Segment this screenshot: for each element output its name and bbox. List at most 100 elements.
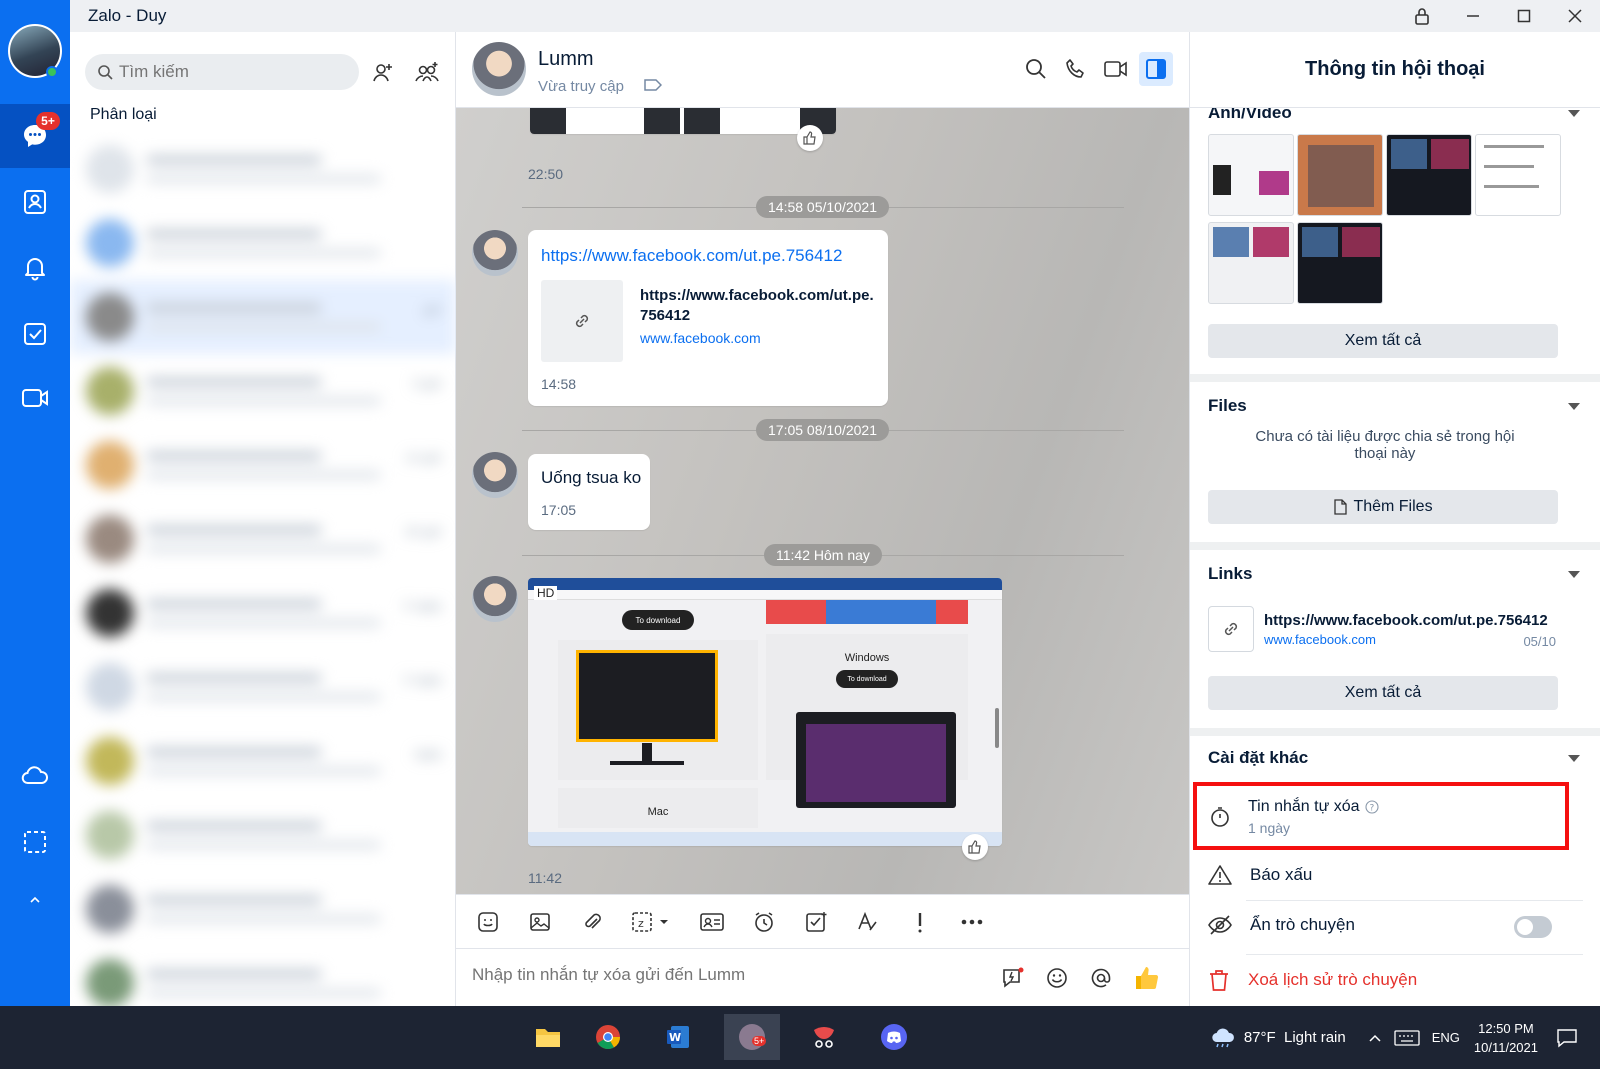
chevron-up-icon[interactable] bbox=[1368, 1033, 1382, 1043]
text-format-button[interactable] bbox=[852, 906, 884, 938]
weather-text[interactable]: 87°F Light rain bbox=[1244, 1029, 1346, 1046]
mention-button[interactable] bbox=[1086, 963, 1116, 993]
message-link[interactable]: https://www.facebook.com/ut.pe.756412 bbox=[541, 246, 842, 266]
other-settings-title[interactable]: Cài đặt khác bbox=[1208, 748, 1308, 768]
image-button[interactable] bbox=[524, 906, 556, 938]
media-thumbnail[interactable] bbox=[1297, 134, 1383, 216]
image-message[interactable]: HD To download Windows To download Mac bbox=[528, 578, 1002, 846]
keyboard-icon[interactable] bbox=[1394, 1029, 1420, 1047]
contacts-icon bbox=[24, 190, 46, 214]
hide-chat-option[interactable]: Ẩn trò chuyện bbox=[1208, 914, 1355, 936]
nav-todo[interactable] bbox=[0, 302, 70, 366]
close-button[interactable] bbox=[1549, 0, 1600, 32]
maximize-button[interactable] bbox=[1498, 0, 1549, 32]
more-options-button[interactable] bbox=[956, 906, 988, 938]
chevron-down-icon[interactable] bbox=[1568, 571, 1580, 579]
lock-button[interactable] bbox=[1396, 0, 1447, 32]
image-message[interactable] bbox=[530, 108, 836, 134]
list-item[interactable]: 3 giờ bbox=[70, 354, 456, 428]
contact-name[interactable]: Lumm bbox=[538, 48, 594, 71]
emoji-button[interactable] bbox=[1042, 963, 1072, 993]
taskbar-file-explorer[interactable] bbox=[520, 1014, 576, 1060]
mark-important-button[interactable] bbox=[904, 906, 936, 938]
message-input[interactable] bbox=[472, 965, 972, 985]
contact-avatar[interactable] bbox=[472, 42, 526, 96]
assign-task-button[interactable] bbox=[800, 906, 832, 938]
shared-link-domain[interactable]: www.facebook.com bbox=[1264, 632, 1376, 647]
minimize-button[interactable] bbox=[1447, 0, 1498, 32]
hide-chat-toggle[interactable] bbox=[1514, 916, 1552, 938]
link-icon bbox=[575, 314, 589, 328]
nav-messages[interactable] bbox=[0, 104, 70, 168]
media-thumbnail[interactable] bbox=[1208, 222, 1294, 304]
sender-avatar[interactable] bbox=[472, 230, 518, 276]
voice-call-button[interactable] bbox=[1059, 52, 1093, 86]
tag-button[interactable] bbox=[644, 78, 663, 97]
language-indicator[interactable]: ENG bbox=[1432, 1030, 1460, 1045]
shared-link-url[interactable]: https://www.facebook.com/ut.pe.756412 bbox=[1264, 612, 1548, 629]
search-box[interactable] bbox=[85, 54, 359, 90]
list-item[interactable] bbox=[70, 132, 456, 206]
reminder-button[interactable] bbox=[748, 906, 780, 938]
nav-expand[interactable] bbox=[0, 868, 70, 932]
media-thumbnail[interactable] bbox=[1297, 222, 1383, 304]
link-thumbnail[interactable] bbox=[1208, 606, 1254, 652]
like-button[interactable] bbox=[962, 834, 988, 860]
link-preview-title[interactable]: https://www.facebook.com/ut.pe.756412 bbox=[640, 286, 876, 326]
contact-card-button[interactable] bbox=[696, 906, 728, 938]
add-files-button[interactable]: Thêm Files bbox=[1208, 490, 1558, 524]
chat-scrollbar[interactable] bbox=[995, 708, 999, 748]
list-item[interactable]: 14 giờ bbox=[70, 428, 456, 502]
files-section-title[interactable]: Files bbox=[1208, 396, 1247, 416]
nav-notifications[interactable] bbox=[0, 236, 70, 300]
nav-contacts[interactable] bbox=[0, 170, 70, 234]
list-item[interactable]: 2 ngày bbox=[70, 576, 456, 650]
list-item[interactable]: 2 ngày bbox=[70, 650, 456, 724]
notification-icon[interactable] bbox=[1556, 1028, 1578, 1048]
nav-video-call[interactable] bbox=[0, 366, 70, 430]
taskbar-chrome[interactable] bbox=[580, 1014, 636, 1060]
list-item[interactable]: 20 giờ bbox=[70, 502, 456, 576]
video-call-button[interactable] bbox=[1099, 52, 1133, 86]
link-preview-domain[interactable]: www.facebook.com bbox=[640, 330, 761, 346]
media-thumbnail[interactable] bbox=[1386, 134, 1472, 216]
like-button[interactable] bbox=[797, 125, 823, 151]
sender-avatar[interactable] bbox=[472, 576, 518, 622]
category-filter[interactable]: Phân loại bbox=[90, 106, 157, 124]
list-item[interactable]: giờ bbox=[70, 280, 456, 354]
sticker-button[interactable] bbox=[472, 906, 504, 938]
taskbar-snipping-tool[interactable] bbox=[796, 1014, 852, 1060]
list-item[interactable]: ngày bbox=[70, 724, 456, 798]
taskbar-zalo[interactable]: 5+ bbox=[724, 1014, 780, 1060]
search-messages-button[interactable] bbox=[1019, 52, 1053, 86]
taskbar-word[interactable]: W bbox=[650, 1014, 706, 1060]
nav-screenshot[interactable] bbox=[0, 810, 70, 874]
link-preview-thumb[interactable] bbox=[541, 280, 623, 362]
send-like-button[interactable] bbox=[1132, 963, 1162, 993]
media-thumbnail[interactable] bbox=[1475, 134, 1561, 216]
create-group-button[interactable] bbox=[412, 58, 442, 88]
search-input[interactable] bbox=[119, 62, 339, 82]
delete-history-option[interactable]: Xoá lịch sử trò chuyện bbox=[1208, 968, 1417, 992]
toggle-info-panel-button[interactable] bbox=[1139, 52, 1173, 86]
list-item[interactable] bbox=[70, 872, 456, 946]
report-option[interactable]: Báo xấu bbox=[1208, 864, 1312, 886]
chevron-down-icon[interactable] bbox=[1568, 755, 1580, 763]
clock[interactable]: 12:50 PM 10/11/2021 bbox=[1474, 1019, 1538, 1057]
see-all-links-button[interactable]: Xem tất cả bbox=[1208, 676, 1558, 710]
chevron-down-icon[interactable] bbox=[1568, 110, 1580, 118]
taskbar-discord[interactable] bbox=[866, 1014, 922, 1060]
sender-avatar[interactable] bbox=[472, 452, 518, 498]
text-message[interactable]: Uống tsua ko 17:05 bbox=[528, 454, 650, 530]
media-thumbnail[interactable] bbox=[1208, 134, 1294, 216]
screenshot-button[interactable]: z bbox=[628, 906, 676, 938]
links-section-title[interactable]: Links bbox=[1208, 564, 1252, 584]
list-item[interactable] bbox=[70, 206, 456, 280]
nav-cloud[interactable] bbox=[0, 744, 70, 808]
add-friend-button[interactable] bbox=[368, 58, 398, 88]
see-all-media-button[interactable]: Xem tất cả bbox=[1208, 324, 1558, 358]
list-item[interactable] bbox=[70, 798, 456, 872]
chevron-down-icon[interactable] bbox=[1568, 403, 1580, 411]
attach-file-button[interactable] bbox=[576, 906, 608, 938]
quick-message-button[interactable] bbox=[998, 963, 1028, 993]
